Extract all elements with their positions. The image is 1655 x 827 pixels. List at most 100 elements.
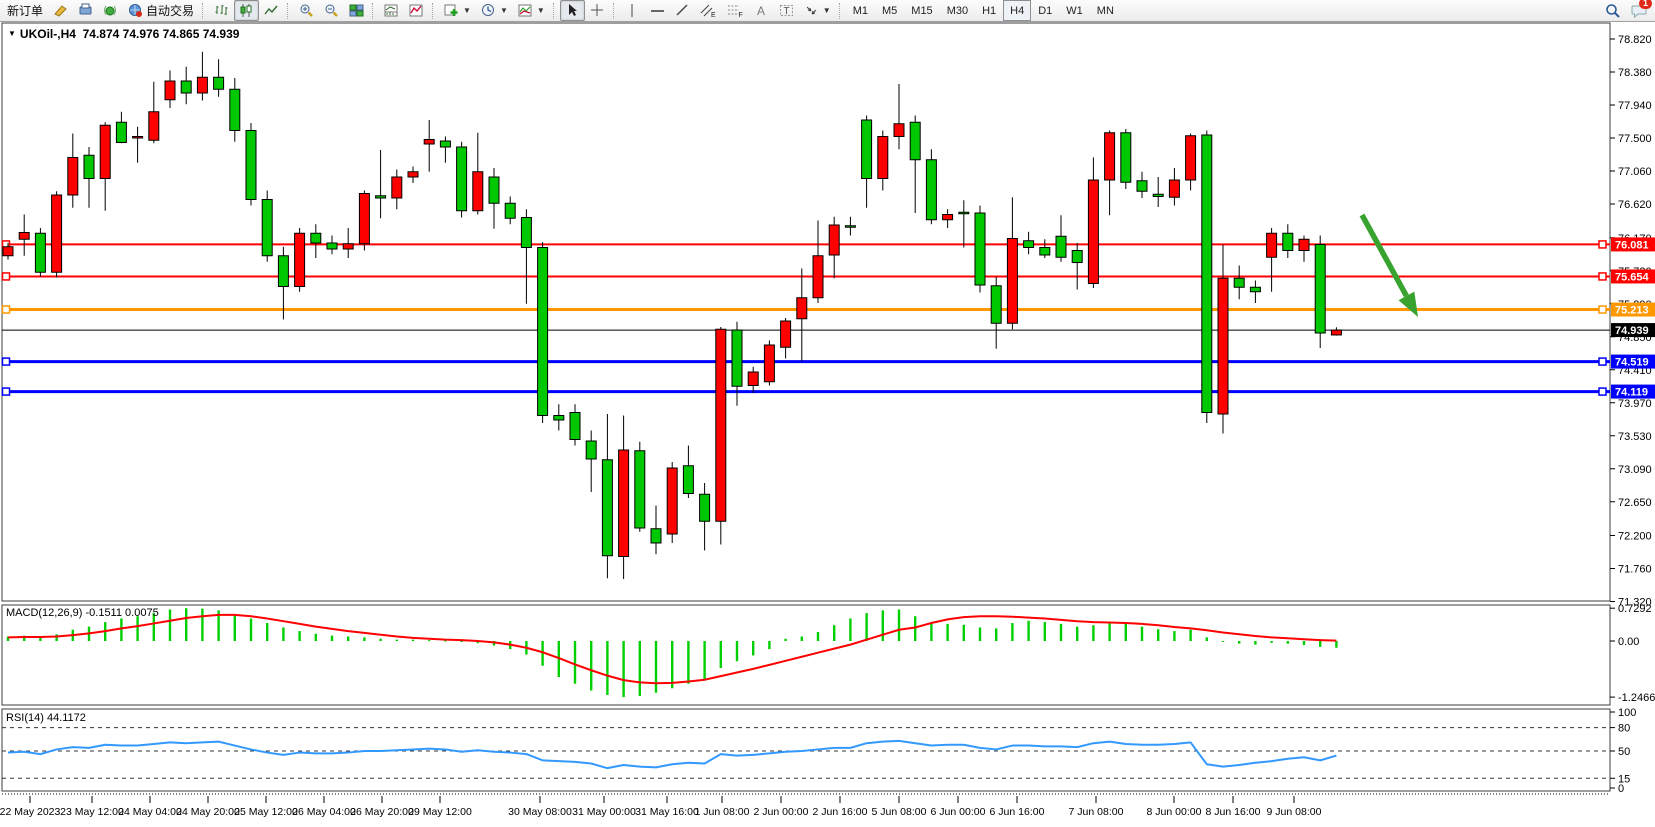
svg-text:76.620: 76.620 — [1618, 199, 1652, 211]
level-handle — [3, 388, 10, 395]
timeframe-h1-button[interactable]: H1 — [975, 0, 1003, 21]
toolbar-separator — [613, 3, 617, 19]
chevron-down-icon: ▼ — [823, 6, 831, 15]
zoom-in-button[interactable] — [294, 0, 319, 21]
zoom-out-button[interactable] — [319, 0, 344, 21]
templates-button[interactable]: ▼ — [513, 0, 550, 21]
svg-text:22 May 2023: 22 May 2023 — [0, 806, 61, 818]
auto-trading-label: 自动交易 — [146, 2, 194, 19]
svg-text:26 May 04:00: 26 May 04:00 — [292, 806, 356, 818]
level-handle — [3, 306, 10, 313]
svg-text:77.500: 77.500 — [1618, 133, 1652, 145]
level-handle — [3, 358, 10, 365]
vertical-line-icon — [625, 3, 640, 18]
svg-text:77.940: 77.940 — [1618, 100, 1652, 112]
svg-text:0.7292: 0.7292 — [1618, 603, 1652, 615]
svg-text:24 May 04:00: 24 May 04:00 — [118, 806, 182, 818]
horizontal-line-tool-button[interactable] — [645, 0, 670, 21]
arrows-icon — [804, 3, 819, 18]
timeframe-h4-button[interactable]: H4 — [1003, 0, 1031, 21]
timeframe-m15-button[interactable]: M15 — [904, 0, 939, 21]
periods-button[interactable]: ▼ — [476, 0, 513, 21]
timeframe-m1-button[interactable]: M1 — [846, 0, 875, 21]
equidistant-channel-tool-button[interactable]: E — [695, 0, 722, 21]
indicator-list-icon — [409, 3, 424, 18]
new-order-button[interactable]: 新订单 — [2, 0, 48, 21]
price-chart-canvas[interactable]: 78.82078.38077.94077.50077.06076.62076.1… — [0, 22, 1655, 827]
price-axis[interactable]: 78.82078.38077.94077.50077.06076.62076.1… — [1610, 34, 1655, 795]
notifications-button[interactable]: 1 — [1626, 0, 1653, 21]
svg-text:2 Jun 00:00: 2 Jun 00:00 — [754, 806, 809, 818]
brush-icon — [53, 3, 68, 18]
timeframe-d1-button[interactable]: D1 — [1031, 0, 1059, 21]
svg-text:0.00: 0.00 — [1618, 636, 1639, 648]
add-chart-icon — [444, 3, 459, 18]
toolbar-separator — [372, 3, 376, 19]
trendline-tool-button[interactable] — [670, 0, 695, 21]
zoom-out-icon — [324, 3, 339, 18]
auto-trading-button[interactable]: 自动交易 — [123, 0, 199, 21]
text-label-icon: T — [779, 3, 794, 18]
arrows-tool-button[interactable]: ▼ — [799, 0, 836, 21]
level-handle — [1599, 388, 1606, 395]
svg-text:5 Jun 08:00: 5 Jun 08:00 — [872, 806, 927, 818]
candlestick-chart-type-button[interactable] — [234, 0, 259, 21]
svg-text:T: T — [783, 6, 789, 17]
svg-text:31 May 16:00: 31 May 16:00 — [635, 806, 699, 818]
timeframe-m30-button[interactable]: M30 — [940, 0, 975, 21]
svg-text:78.380: 78.380 — [1618, 67, 1652, 79]
template-icon — [518, 3, 533, 18]
text-label-tool-button[interactable]: T — [774, 0, 799, 21]
bar-chart-icon — [214, 3, 229, 18]
print-preview-button[interactable] — [73, 0, 98, 21]
svg-text:0: 0 — [1618, 783, 1624, 795]
svg-text:71.760: 71.760 — [1618, 564, 1652, 576]
bar-chart-type-button[interactable] — [209, 0, 234, 21]
autotrading-icon — [128, 3, 143, 18]
line-chart-type-button[interactable] — [259, 0, 284, 21]
svg-text:50: 50 — [1618, 746, 1630, 758]
svg-text:74.519: 74.519 — [1615, 357, 1649, 369]
svg-text:74.939: 74.939 — [1615, 325, 1649, 337]
timeframe-mn-button[interactable]: MN — [1090, 0, 1121, 21]
search-button[interactable] — [1600, 0, 1626, 21]
tile-windows-icon — [349, 3, 364, 18]
svg-text:74.119: 74.119 — [1615, 387, 1648, 399]
svg-text:73.090: 73.090 — [1618, 464, 1652, 476]
indicator-window-button[interactable] — [379, 0, 404, 21]
cursor-tool-button[interactable] — [560, 0, 585, 21]
toolbar-separator — [202, 3, 206, 19]
text-tool-button[interactable]: A — [749, 0, 774, 21]
svg-text:73.970: 73.970 — [1618, 398, 1652, 410]
timeframe-w1-button[interactable]: W1 — [1059, 0, 1090, 21]
fibonacci-tool-button[interactable]: F — [722, 0, 749, 21]
svg-text:72.200: 72.200 — [1618, 531, 1652, 543]
svg-text:24 May 20:00: 24 May 20:00 — [176, 806, 240, 818]
clock-icon — [481, 3, 496, 18]
chevron-down-icon: ▼ — [500, 6, 508, 15]
brush-button[interactable] — [48, 0, 73, 21]
main-toolbar: 新订单 自动交易 — [0, 0, 1655, 22]
data-window-button[interactable] — [98, 0, 123, 21]
time-axis[interactable]: 22 May 202323 May 12:0024 May 04:0024 Ma… — [0, 794, 1610, 818]
crosshair-tool-button[interactable] — [585, 0, 610, 21]
candlestick-chart-icon — [239, 3, 254, 18]
svg-text:31 May 00:00: 31 May 00:00 — [572, 806, 636, 818]
print-preview-icon — [78, 3, 93, 18]
search-icon — [1605, 3, 1621, 19]
svg-text:A: A — [757, 4, 765, 18]
svg-text:73.530: 73.530 — [1618, 431, 1652, 443]
add-chart-button[interactable]: ▼ — [439, 0, 476, 21]
text-icon: A — [754, 3, 769, 18]
toolbar-separator — [553, 3, 557, 19]
chart-window: 78.82078.38077.94077.50077.06076.62076.1… — [0, 22, 1655, 827]
svg-text:78.820: 78.820 — [1618, 34, 1652, 46]
svg-text:25 May 12:00: 25 May 12:00 — [234, 806, 298, 818]
vertical-line-tool-button[interactable] — [620, 0, 645, 21]
timeframe-m5-button[interactable]: M5 — [875, 0, 904, 21]
indicator-list-button[interactable] — [404, 0, 429, 21]
tile-windows-button[interactable] — [344, 0, 369, 21]
level-handle — [1599, 358, 1606, 365]
toolbar-separator — [839, 3, 843, 19]
svg-text:76.081: 76.081 — [1615, 239, 1649, 251]
